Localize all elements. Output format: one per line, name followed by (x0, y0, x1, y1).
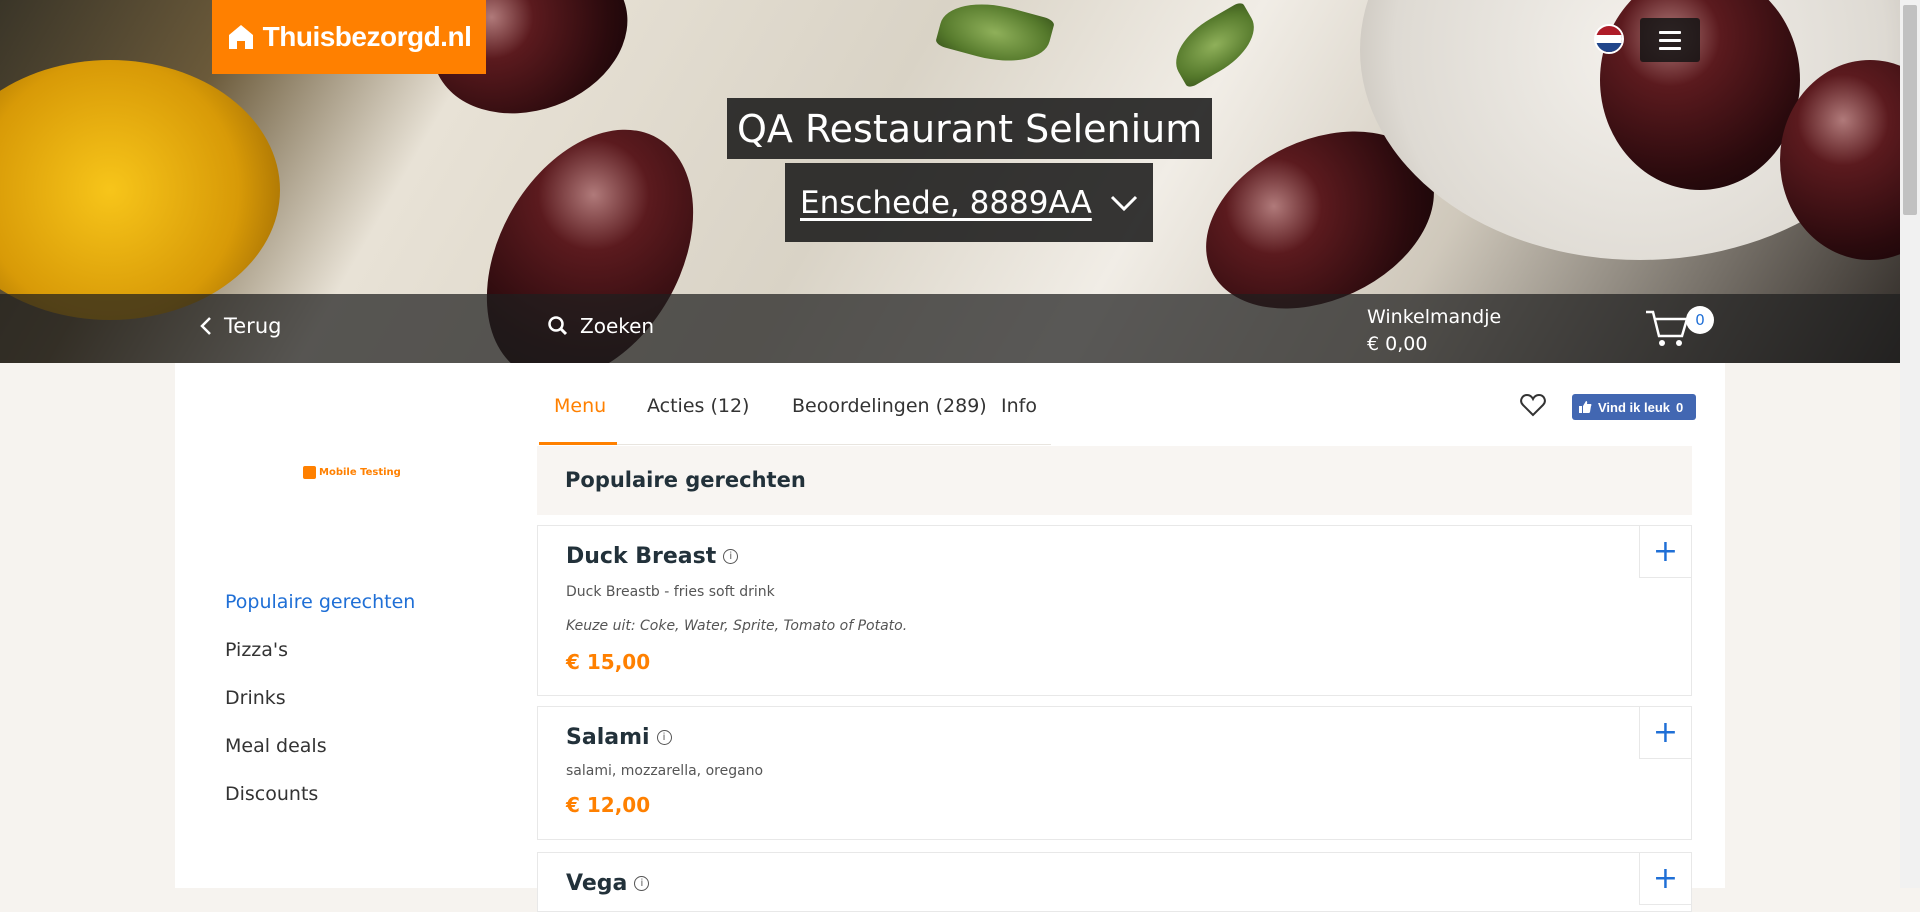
dish-price: € 12,00 (566, 793, 651, 817)
dish-card[interactable]: Vega i + (537, 852, 1692, 912)
dish-name: Salami (566, 725, 650, 750)
dish-title: Vega i (566, 871, 650, 896)
dish-description: salami, mozzarella, oregano (566, 763, 764, 779)
category-link[interactable]: Meal deals (225, 735, 327, 757)
hero-toolbar: Terug Zoeken Winkelmandje € 0,00 0 (0, 294, 1900, 363)
restaurant-logo-text: Mobile Testing (319, 467, 401, 478)
section-title: Populaire gerechten (537, 446, 1692, 515)
facebook-like-count: 0 (1676, 399, 1684, 415)
menu-content: Mobile Testing Populaire gerechten Pizza… (175, 363, 1725, 912)
restaurant-address: Enschede, 8889AA (800, 184, 1092, 221)
dish-description: Duck Breastb - fries soft drink (566, 584, 775, 600)
facebook-like-button[interactable]: Vind ik leuk 0 (1572, 394, 1696, 420)
info-icon[interactable]: i (723, 549, 739, 564)
brand-name: Thuisbezorgd.nl (262, 21, 472, 52)
cart-icon[interactable] (1644, 308, 1690, 348)
dish-card[interactable]: Salami i salami, mozzarella, oregano € 1… (537, 706, 1692, 840)
category-link[interactable]: Populaire gerechten (225, 591, 415, 613)
hero-decoration (934, 0, 1056, 74)
house-icon (228, 25, 253, 49)
hero-decoration (0, 60, 280, 320)
restaurant-name: QA Restaurant Selenium (727, 98, 1213, 159)
active-tab-indicator (539, 442, 617, 445)
category-link[interactable]: Drinks (225, 687, 286, 709)
dish-price: € 15,00 (566, 650, 651, 674)
dish-choice: Keuze uit: Coke, Water, Sprite, Tomato o… (566, 618, 908, 634)
cart-total: € 0,00 (1367, 333, 1428, 355)
info-icon[interactable]: i (656, 730, 672, 745)
thumbs-up-icon (1579, 401, 1592, 413)
search-button[interactable]: Zoeken (548, 314, 654, 338)
hero-decoration (1163, 0, 1267, 90)
dish-title: Salami i (566, 725, 672, 750)
address-selector[interactable]: Enschede, 8889AA (785, 163, 1153, 242)
search-icon (548, 316, 568, 336)
heart-icon[interactable] (1520, 393, 1546, 417)
back-label: Terug (224, 314, 282, 338)
scrollbar-thumb[interactable] (1903, 5, 1917, 215)
info-icon[interactable]: i (634, 876, 650, 891)
restaurant-logo-mark (303, 466, 316, 479)
cart-count-badge: 0 (1686, 306, 1714, 334)
tab-deals[interactable]: Acties (12) (647, 395, 749, 417)
hamburger-icon[interactable] (1640, 18, 1700, 62)
chevron-down-icon (1110, 195, 1137, 211)
tab-menu[interactable]: Menu (554, 395, 606, 417)
search-label: Zoeken (580, 314, 655, 338)
brand-logo[interactable]: Thuisbezorgd.nl (212, 0, 486, 74)
chevron-left-icon (200, 317, 211, 335)
dish-name: Vega (566, 871, 628, 896)
plus-icon[interactable]: + (1639, 853, 1691, 905)
dutch-flag-icon[interactable] (1594, 24, 1624, 54)
cart-summary[interactable]: Winkelmandje € 0,00 (1367, 304, 1501, 358)
category-link[interactable]: Pizza's (225, 639, 288, 661)
restaurant-tabs: Menu Acties (12) Beoordelingen (289) Inf… (539, 363, 1051, 445)
dish-title: Duck Breast i (566, 544, 739, 569)
dish-card[interactable]: Duck Breast i Duck Breastb - fries soft … (537, 525, 1692, 696)
plus-icon[interactable]: + (1639, 526, 1691, 578)
back-button[interactable]: Terug (200, 314, 281, 338)
restaurant-hero: Thuisbezorgd.nl QA Restaurant Selenium E… (0, 0, 1900, 363)
cart-label: Winkelmandje (1367, 306, 1502, 328)
tab-reviews[interactable]: Beoordelingen (289) (792, 395, 987, 417)
category-link[interactable]: Discounts (225, 783, 318, 805)
restaurant-logo: Mobile Testing (303, 466, 401, 479)
tab-info[interactable]: Info (1001, 395, 1037, 417)
facebook-like-label: Vind ik leuk (1598, 399, 1671, 415)
page-scrollbar[interactable] (1900, 0, 1920, 888)
plus-icon[interactable]: + (1639, 707, 1691, 759)
dish-name: Duck Breast (566, 544, 717, 569)
